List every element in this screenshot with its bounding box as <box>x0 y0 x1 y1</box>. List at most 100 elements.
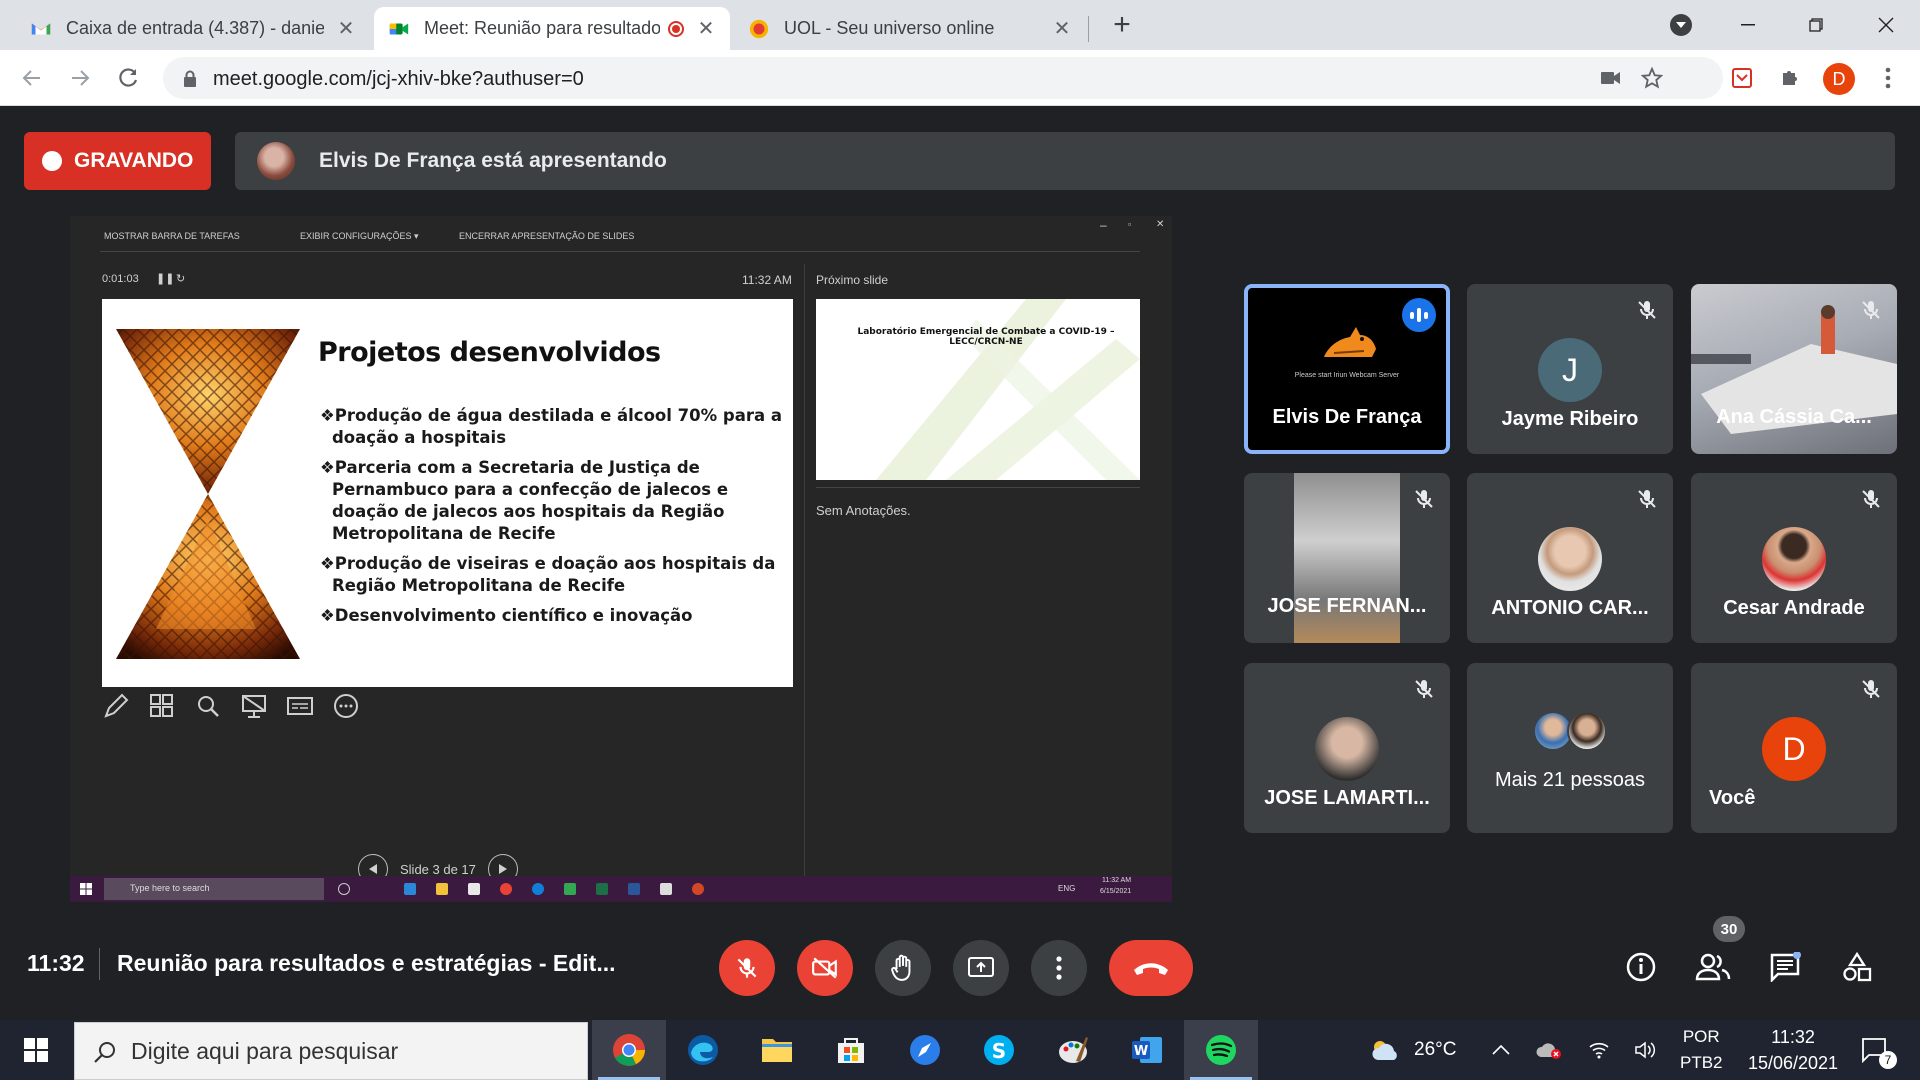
restore-button[interactable] <box>1782 0 1850 50</box>
reset-timer-icon[interactable]: ↻ <box>176 272 185 285</box>
notification-center-button[interactable]: 7 <box>1852 1020 1898 1080</box>
pen-icon[interactable] <box>102 692 130 720</box>
taskbar-clock[interactable]: 11:32 15/06/2021 <box>1748 1020 1838 1080</box>
camera-blocked-icon[interactable] <box>1601 70 1621 86</box>
pv-restore-icon[interactable]: ▫ <box>1128 219 1131 229</box>
start-button[interactable] <box>0 1020 72 1080</box>
taskbar-spotify[interactable] <box>1184 1020 1258 1080</box>
onedrive-icon[interactable] <box>1536 1020 1562 1080</box>
participant-tile[interactable]: ANTONIO CAR... <box>1467 473 1673 643</box>
more-participants-tile[interactable]: Mais 21 pessoas <box>1467 663 1673 833</box>
network-icon[interactable] <box>1588 1020 1610 1080</box>
participant-tile[interactable]: J Jayme Ribeiro <box>1467 284 1673 454</box>
avatar: J <box>1538 338 1602 402</box>
puzzle-icon <box>1783 71 1797 85</box>
language-indicator[interactable]: POR PTB2 <box>1680 1020 1723 1080</box>
volume-icon[interactable] <box>1634 1020 1656 1080</box>
taskbar-file-explorer[interactable] <box>740 1020 814 1080</box>
participant-tile[interactable]: Ana Cássia Ca... <box>1691 284 1897 454</box>
bookmark-star-icon[interactable] <box>1641 67 1663 89</box>
new-tab-button[interactable]: + <box>1106 10 1138 42</box>
more-options-icon[interactable] <box>332 692 360 720</box>
cloud-sun-icon <box>1372 1041 1397 1060</box>
participant-count-badge: 30 <box>1713 916 1745 942</box>
address-bar[interactable]: meet.google.com/jcj-xhiv-bke?authuser=0 <box>163 57 1723 99</box>
subtitles-icon[interactable] <box>286 692 314 720</box>
taskbar-chrome[interactable] <box>592 1020 666 1080</box>
meeting-details-button[interactable] <box>1620 946 1662 988</box>
display-settings-option[interactable]: EXIBIR CONFIGURAÇÕES ▾ <box>300 231 419 242</box>
participant-name: JOSE FERNAN... <box>1267 595 1427 617</box>
extensions-button[interactable] <box>1772 60 1808 96</box>
reload-button[interactable] <box>110 60 146 96</box>
avatar: D <box>1762 717 1826 781</box>
taskbar-app[interactable] <box>888 1020 962 1080</box>
extension-save-button[interactable] <box>1724 60 1760 96</box>
taskbar-word[interactable]: W <box>1110 1020 1184 1080</box>
participant-tile[interactable]: JOSE FERNAN... <box>1244 473 1450 643</box>
forward-button[interactable] <box>62 60 98 96</box>
meeting-control-bar: 11:32 Reunião para resultados e estratég… <box>0 920 1920 1010</box>
activities-button[interactable] <box>1836 946 1878 988</box>
profile-avatar[interactable]: D <box>1823 63 1855 95</box>
mic-off-icon <box>1862 301 1880 319</box>
taskbar-paint[interactable] <box>1036 1020 1110 1080</box>
more-participants-label: Mais 21 pessoas <box>1494 769 1646 791</box>
taskbar-edge[interactable] <box>666 1020 740 1080</box>
close-tab-icon[interactable]: ✕ <box>336 19 356 39</box>
windows-taskbar: Digite aqui para pesquisar S W 26°C POR … <box>0 1020 1920 1080</box>
avatar <box>1567 711 1607 751</box>
slide-bullets: ❖Produção de água destilada e álcool 70%… <box>320 405 785 635</box>
participant-tile[interactable]: Cesar Andrade <box>1691 473 1897 643</box>
mic-off-icon <box>1862 490 1880 508</box>
phone-hangup-icon <box>1134 963 1168 975</box>
zoom-icon[interactable] <box>194 692 222 720</box>
chat-icon <box>1770 952 1801 982</box>
weather-widget[interactable]: 26°C <box>1370 1020 1456 1080</box>
toggle-mic-button[interactable] <box>719 940 775 996</box>
pv-close-icon[interactable]: ✕ <box>1156 219 1164 230</box>
svg-text:S: S <box>992 1039 1006 1063</box>
back-button[interactable] <box>14 60 50 96</box>
browser-menu-button[interactable] <box>1870 60 1906 96</box>
reload-icon <box>119 68 138 87</box>
end-slideshow-option[interactable]: ENCERRAR APRESENTAÇÃO DE SLIDES <box>459 231 634 241</box>
tab-uol[interactable]: UOL - Seu universo online ✕ <box>734 7 1086 50</box>
toggle-camera-button[interactable] <box>797 940 853 996</box>
self-tile[interactable]: D Você <box>1691 663 1897 833</box>
more-options-button[interactable] <box>1031 940 1087 996</box>
close-tab-icon[interactable]: ✕ <box>1052 19 1072 39</box>
skype-icon: S <box>984 1035 1014 1065</box>
tab-search-button[interactable] <box>1670 14 1692 36</box>
folder-icon <box>436 883 448 895</box>
participants-button[interactable] <box>1692 946 1734 988</box>
close-tab-icon[interactable]: ✕ <box>696 19 716 39</box>
excel-icon <box>596 883 608 895</box>
word-icon: W <box>1132 1037 1162 1063</box>
slide-bullet: ❖Parceria com a Secretaria de Justiça de… <box>320 458 729 543</box>
remote-search-box: Type here to search <box>104 878 324 900</box>
taskbar-search-box[interactable]: Digite aqui para pesquisar <box>74 1022 588 1080</box>
participant-tile[interactable]: Please start Iriun Webcam Server Elvis D… <box>1244 284 1450 454</box>
chat-button[interactable] <box>1764 946 1806 988</box>
more-vert-icon <box>1885 67 1891 89</box>
pause-icon[interactable]: ❚❚ <box>156 272 174 285</box>
taskbar-store[interactable] <box>814 1020 888 1080</box>
all-slides-icon[interactable] <box>148 692 176 720</box>
taskbar-skype[interactable]: S <box>962 1020 1036 1080</box>
leave-call-button[interactable] <box>1109 940 1193 996</box>
black-screen-icon[interactable] <box>240 692 268 720</box>
close-window-button[interactable] <box>1852 0 1920 50</box>
show-taskbar-option[interactable]: MOSTRAR BARRA DE TAREFAS <box>104 231 240 241</box>
tab-meet[interactable]: Meet: Reunião para resultado ✕ <box>374 7 730 50</box>
show-hidden-icons[interactable] <box>1492 1020 1510 1080</box>
presenter-avatar <box>257 142 295 180</box>
pv-minimize-icon[interactable]: – <box>1100 218 1107 232</box>
raise-hand-button[interactable] <box>875 940 931 996</box>
present-screen-button[interactable] <box>953 940 1009 996</box>
search-icon <box>94 1042 115 1063</box>
tab-gmail[interactable]: Caixa de entrada (4.387) - daniel ✕ <box>16 7 370 50</box>
participant-tile[interactable]: JOSE LAMARTI... <box>1244 663 1450 833</box>
recording-indicator: GRAVANDO <box>24 132 211 190</box>
minimize-button[interactable] <box>1714 0 1782 50</box>
